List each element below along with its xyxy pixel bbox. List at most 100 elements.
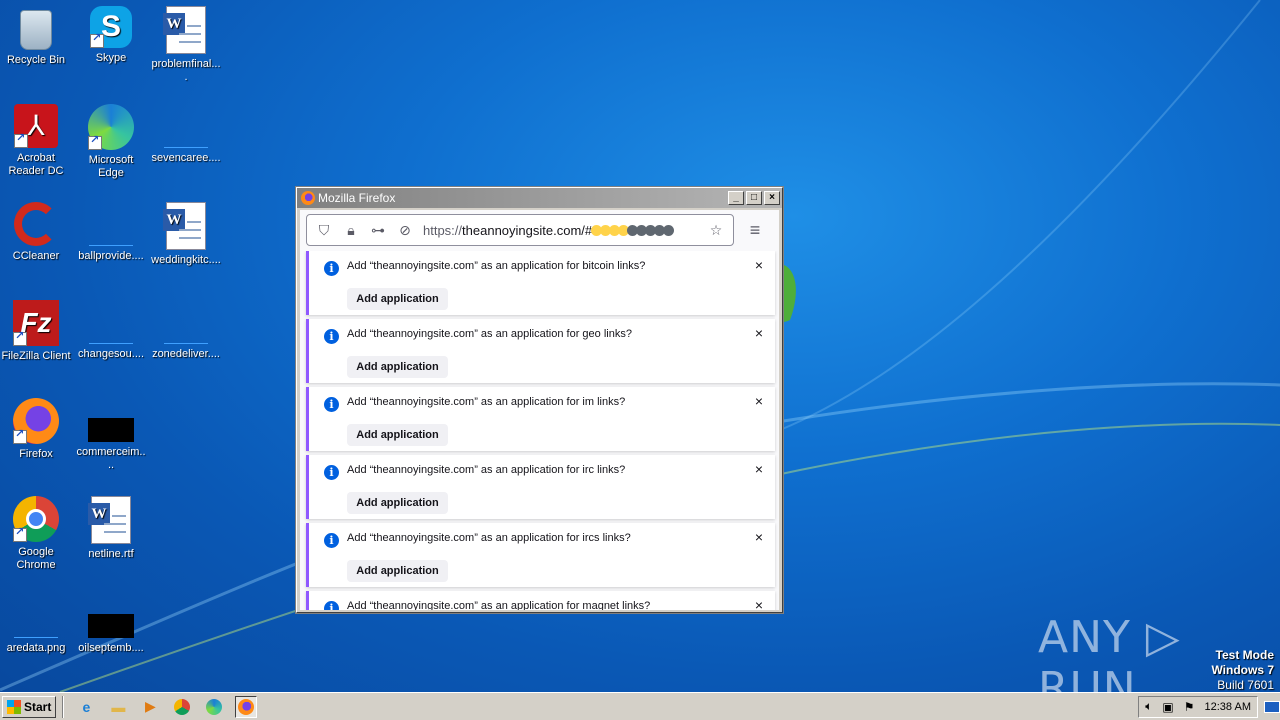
taskbar: Start e ▬ ▶ 🔈︎ ▣ ⚑ 12:38 AM: [0, 692, 1280, 720]
minimize-button[interactable]: _: [728, 191, 744, 205]
desktop-icon-weddingkitc[interactable]: W weddingkitc....: [148, 202, 224, 267]
internet-explorer-icon[interactable]: e: [75, 696, 97, 718]
desktop-icon-edge[interactable]: Microsoft Edge: [73, 104, 149, 180]
protocol-handler-notification: i Add “theannoyingsite.com” as an applic…: [306, 251, 775, 315]
desktop-icon-sevencaree[interactable]: sevencaree....: [148, 104, 224, 165]
desktop-icon-commerceim[interactable]: commerceim....: [73, 398, 149, 472]
firefox-window[interactable]: Mozilla Firefox _ □ × ⛉ 🔒︎ ⊶ ⊘ https:// …: [296, 187, 783, 613]
close-icon[interactable]: ×: [755, 393, 763, 409]
hamburger-menu-icon[interactable]: ≡: [740, 220, 770, 241]
desktop-icon-recycle-bin[interactable]: Recycle Bin: [0, 6, 74, 67]
blank-file-icon: [14, 618, 58, 638]
info-icon: i: [324, 465, 339, 480]
windows-logo-icon: [7, 699, 21, 714]
close-icon[interactable]: ×: [755, 529, 763, 545]
blank-file-icon: [89, 324, 133, 344]
desktop-icon-zonedeliver[interactable]: zonedeliver....: [148, 300, 224, 361]
word-document-icon: W: [88, 496, 131, 544]
url-emoji-dot: [663, 224, 675, 236]
browser-content: ⛉ 🔒︎ ⊶ ⊘ https:// theannoyingsite.com/# …: [300, 210, 779, 610]
tracking-shield-icon[interactable]: ⛉: [315, 222, 333, 239]
add-application-button[interactable]: Add application: [347, 356, 448, 378]
navigation-bar: ⛉ 🔒︎ ⊶ ⊘ https:// theannoyingsite.com/# …: [300, 210, 779, 250]
action-center-flag-icon[interactable]: ⚑: [1184, 700, 1195, 714]
black-file-icon: [88, 614, 134, 638]
media-player-icon[interactable]: ▶: [139, 696, 161, 718]
close-icon[interactable]: ×: [755, 597, 763, 610]
system-tray: 🔈︎ ▣ ⚑ 12:38 AM: [1138, 695, 1258, 718]
word-document-icon: W: [163, 202, 206, 250]
bookmark-star-icon[interactable]: ☆: [707, 222, 725, 239]
notification-message: Add “theannoyingsite.com” as an applicat…: [347, 396, 626, 408]
add-application-button[interactable]: Add application: [347, 560, 448, 582]
desktop-icon-netline[interactable]: W netline.rtf: [73, 496, 149, 561]
volume-icon[interactable]: 🔈︎: [1145, 699, 1152, 714]
url-bar[interactable]: ⛉ 🔒︎ ⊶ ⊘ https:// theannoyingsite.com/# …: [306, 214, 734, 246]
permissions-icon[interactable]: ⊶: [369, 222, 387, 239]
desktop-icon-problemfinal[interactable]: W problemfinal....: [148, 6, 224, 84]
notification-message: Add “theannoyingsite.com” as an applicat…: [347, 464, 626, 476]
file-explorer-icon[interactable]: ▬: [107, 696, 129, 718]
add-application-button[interactable]: Add application: [347, 288, 448, 310]
firefox-icon: [301, 191, 315, 205]
show-desktop-button[interactable]: [1264, 700, 1280, 713]
word-document-icon: W: [163, 6, 206, 54]
window-title: Mozilla Firefox: [318, 191, 396, 205]
notification-message: Add “theannoyingsite.com” as an applicat…: [347, 328, 632, 340]
info-icon: i: [324, 329, 339, 344]
close-icon[interactable]: ×: [755, 325, 763, 341]
protocol-handler-notification: i Add “theannoyingsite.com” as an applic…: [306, 455, 775, 519]
close-window-button[interactable]: ×: [764, 191, 780, 205]
blank-file-icon: [89, 226, 133, 246]
filezilla-icon: Fz: [13, 300, 59, 346]
ccleaner-icon: [14, 202, 58, 246]
notification-message: Add “theannoyingsite.com” as an applicat…: [347, 600, 651, 610]
edge-icon[interactable]: [203, 696, 225, 718]
clock[interactable]: 12:38 AM: [1205, 701, 1251, 713]
info-icon: i: [324, 261, 339, 276]
desktop-icon-ballprovide[interactable]: ballprovide....: [73, 202, 149, 263]
desktop-icon-firefox[interactable]: Firefox: [0, 398, 74, 461]
close-icon[interactable]: ×: [755, 257, 763, 273]
lock-icon[interactable]: 🔒︎: [342, 222, 360, 239]
window-titlebar[interactable]: Mozilla Firefox _ □ ×: [297, 188, 782, 208]
desktop-icon-chrome[interactable]: Google Chrome: [0, 496, 74, 572]
taskbar-separator: [62, 695, 65, 718]
protocol-handler-notification: i Add “theannoyingsite.com” as an applic…: [306, 387, 775, 451]
skype-icon: S: [90, 6, 132, 48]
desktop-icon-ccleaner[interactable]: CCleaner: [0, 202, 74, 263]
add-application-button[interactable]: Add application: [347, 492, 448, 514]
desktop-icon-aredata[interactable]: aredata.png: [0, 594, 74, 655]
network-icon[interactable]: ▣: [1162, 700, 1173, 714]
maximize-button[interactable]: □: [746, 191, 762, 205]
black-file-icon: [88, 418, 134, 442]
desktop-icon-oilseptemb[interactable]: oilseptemb....: [73, 594, 149, 655]
add-application-button[interactable]: Add application: [347, 424, 448, 446]
notification-message: Add “theannoyingsite.com” as an applicat…: [347, 532, 631, 544]
close-icon[interactable]: ×: [755, 461, 763, 477]
firefox-icon: [13, 398, 59, 444]
notification-stack: i Add “theannoyingsite.com” as an applic…: [300, 251, 779, 610]
chrome-icon: [13, 496, 59, 542]
autoplay-blocked-icon[interactable]: ⊘: [396, 222, 414, 239]
url-text[interactable]: https:// theannoyingsite.com/#: [423, 223, 698, 238]
blank-file-icon: [164, 128, 208, 148]
protocol-handler-notification: i Add “theannoyingsite.com” as an applic…: [306, 591, 775, 610]
protocol-handler-notification: i Add “theannoyingsite.com” as an applic…: [306, 319, 775, 383]
acrobat-icon: ⅄: [14, 104, 58, 148]
chrome-icon[interactable]: [171, 696, 193, 718]
test-mode-watermark: Test Mode Windows 7 Build 7601: [1211, 648, 1274, 692]
info-icon: i: [324, 397, 339, 412]
url-emoji-dots: [591, 224, 675, 236]
recycle-bin-icon: [20, 10, 52, 50]
desktop-icon-filezilla[interactable]: Fz FileZilla Client: [0, 300, 74, 363]
desktop-icon-skype[interactable]: S Skype: [73, 6, 149, 65]
info-icon: i: [324, 601, 339, 610]
start-button[interactable]: Start: [2, 695, 57, 718]
edge-icon: [88, 104, 134, 150]
protocol-handler-notification: i Add “theannoyingsite.com” as an applic…: [306, 523, 775, 587]
notification-message: Add “theannoyingsite.com” as an applicat…: [347, 260, 646, 272]
desktop-icon-acrobat[interactable]: ⅄ Acrobat Reader DC: [0, 104, 74, 178]
firefox-taskbar-button[interactable]: [235, 695, 258, 718]
desktop-icon-changesou[interactable]: changesou....: [73, 300, 149, 361]
